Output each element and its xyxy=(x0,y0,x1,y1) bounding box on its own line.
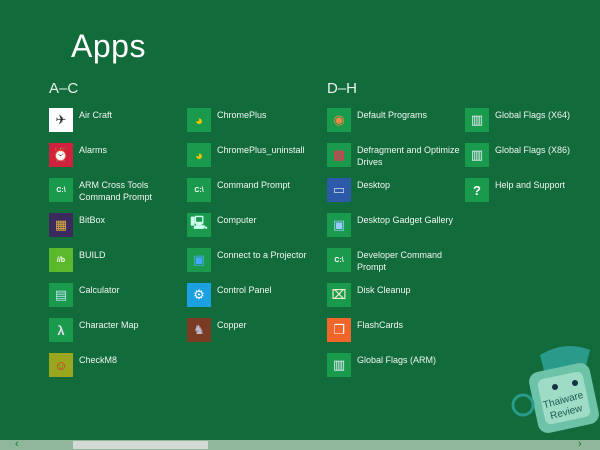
app-tile[interactable]: ◉ Default Programs xyxy=(327,108,462,143)
apps-column-4: ▥ Global Flags (X64) ▥ Global Flags (X86)? H… xyxy=(465,108,600,213)
thaiware-review-watermark: Thaiware Review xyxy=(511,346,599,433)
build-icon: //b xyxy=(49,248,73,272)
chromeplus-icon: ◕ xyxy=(187,108,211,132)
app-label: Calculator xyxy=(79,285,120,295)
app-label: Help and Support xyxy=(495,180,566,190)
app-label: Global Flags (X64) xyxy=(495,110,571,120)
command-prompt-icon: C:\ xyxy=(327,248,351,272)
default-programs-icon: ◉ xyxy=(327,108,351,132)
global-flags-icon: ▥ xyxy=(327,353,351,377)
page-title: Apps xyxy=(71,28,146,64)
app-tile[interactable]: ▣ Connect to a Projector xyxy=(187,248,322,283)
app-tile[interactable]: C:\ Developer Command Prompt xyxy=(327,248,462,283)
app-label: Desktop xyxy=(357,180,391,190)
app-tile[interactable]: λ Character Map xyxy=(49,318,184,353)
character-map-icon: λ xyxy=(49,318,73,342)
checkm8-icon: ☺ xyxy=(49,353,73,377)
app-label: Alarms xyxy=(79,145,108,155)
app-label: Computer xyxy=(217,215,257,225)
computer-icon: 🖳 xyxy=(187,213,211,237)
app-label: Connect to a Projector xyxy=(217,250,307,260)
app-label: Default Programs xyxy=(357,110,428,120)
group-header-a-c: A–C xyxy=(49,80,79,97)
apps-column-2: ◕ ChromePlus ◕ ChromePlus_uninstall C:\ Comma… xyxy=(187,108,322,353)
app-tile[interactable]: ▥ Global Flags (X64) xyxy=(465,108,600,143)
app-tile[interactable]: ⏰ Alarms xyxy=(49,143,184,178)
app-label: Character Map xyxy=(79,320,139,330)
app-label: Global Flags (X86) xyxy=(495,145,571,155)
app-label: Desktop Gadget Gallery xyxy=(357,215,454,225)
bitbox-icon: ▦ xyxy=(49,213,73,237)
alarm-clock-icon: ⏰ xyxy=(49,143,73,167)
group-header-d-h: D–H xyxy=(327,80,358,97)
app-tile[interactable]: ⌧ Disk Cleanup xyxy=(327,283,462,318)
app-label: Command Prompt xyxy=(217,180,291,190)
copper-icon: ♞ xyxy=(187,318,211,342)
app-tile[interactable]: C:\ ARM Cross Tools Command Prompt xyxy=(49,178,184,213)
app-label: Developer Command Prompt xyxy=(357,250,443,272)
app-tile[interactable]: ⚙ Control Panel xyxy=(187,283,322,318)
app-tile[interactable]: ❐ FlashCards xyxy=(327,318,462,353)
paper-plane-icon: ✈ xyxy=(49,108,73,132)
app-tile[interactable]: ◕ ChromePlus xyxy=(187,108,322,143)
app-tile[interactable]: ▥ Global Flags (X86) xyxy=(465,143,600,178)
scroll-left-arrow-icon[interactable]: ‹ xyxy=(15,438,19,450)
app-label: Global Flags (ARM) xyxy=(357,355,437,365)
app-label: ChromePlus xyxy=(217,110,267,120)
app-tile[interactable]: ▦ BitBox xyxy=(49,213,184,248)
command-prompt-icon: C:\ xyxy=(187,178,211,202)
app-tile[interactable]: ▭ Desktop xyxy=(327,178,462,213)
app-tile[interactable]: ▤ Calculator xyxy=(49,283,184,318)
app-label: ChromePlus_uninstall xyxy=(217,145,305,155)
flashcards-icon: ❐ xyxy=(327,318,351,342)
command-prompt-icon: C:\ xyxy=(49,178,73,202)
desktop-icon: ▭ xyxy=(327,178,351,202)
help-icon: ? xyxy=(465,178,489,202)
disk-cleanup-icon: ⌧ xyxy=(327,283,351,307)
chromeplus-uninstall-icon: ◕ xyxy=(187,143,211,167)
app-tile[interactable]: ▣ Desktop Gadget Gallery xyxy=(327,213,462,248)
apps-column-1: ✈ Air Craft ⏰ Alarms C:\ ARM Cross Tools Comm… xyxy=(49,108,184,388)
app-label: CheckM8 xyxy=(79,355,118,365)
app-tile[interactable]: ✈ Air Craft xyxy=(49,108,184,143)
scrollbar-thumb[interactable] xyxy=(73,441,208,449)
horizontal-scrollbar[interactable]: ‹ › xyxy=(0,438,600,450)
apps-column-3: ◉ Default Programs ▩ Defragment and Optimiz… xyxy=(327,108,462,388)
projector-icon: ▣ xyxy=(187,248,211,272)
app-label: BUILD xyxy=(79,250,106,260)
app-tile[interactable]: ♞ Copper xyxy=(187,318,322,353)
app-tile[interactable]: //b BUILD xyxy=(49,248,184,283)
global-flags-icon: ▥ xyxy=(465,108,489,132)
gadget-gallery-icon: ▣ xyxy=(327,213,351,237)
app-label: Disk Cleanup xyxy=(357,285,411,295)
app-label: Air Craft xyxy=(79,110,113,120)
app-tile[interactable]: ▩ Defragment and Optimize Drives xyxy=(327,143,462,178)
app-label: BitBox xyxy=(79,215,106,225)
global-flags-icon: ▥ xyxy=(465,143,489,167)
app-tile[interactable]: ▥ Global Flags (ARM) xyxy=(327,353,462,388)
calculator-icon: ▤ xyxy=(49,283,73,307)
app-tile[interactable]: C:\ Command Prompt xyxy=(187,178,322,213)
gear-icon: ⚙ xyxy=(187,283,211,307)
app-label: Copper xyxy=(217,320,247,330)
defrag-icon: ▩ xyxy=(327,143,351,167)
scroll-right-arrow-icon[interactable]: › xyxy=(578,438,582,450)
app-tile[interactable]: ☺ CheckM8 xyxy=(49,353,184,388)
app-tile[interactable]: ? Help and Support xyxy=(465,178,600,213)
app-label: Defragment and Optimize Drives xyxy=(357,145,460,167)
app-tile[interactable]: 🖳 Computer xyxy=(187,213,322,248)
app-label: FlashCards xyxy=(357,320,404,330)
app-label: ARM Cross Tools Command Prompt xyxy=(79,180,153,202)
app-tile[interactable]: ◕ ChromePlus_uninstall xyxy=(187,143,322,178)
app-label: Control Panel xyxy=(217,285,272,295)
